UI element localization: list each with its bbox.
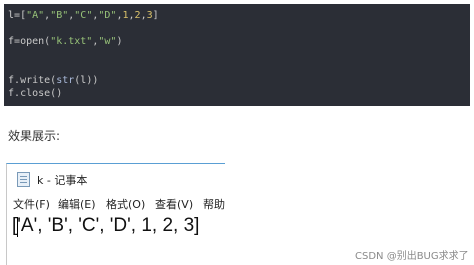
code-line-close: f.close() bbox=[8, 87, 470, 100]
code-token: "k.txt" bbox=[50, 36, 93, 47]
code-token: () bbox=[50, 88, 63, 99]
code-token: str bbox=[56, 75, 75, 86]
menu-file[interactable]: 文件(F) bbox=[13, 196, 50, 212]
code-token: "C" bbox=[74, 10, 93, 21]
code-token: ) bbox=[92, 75, 99, 86]
code-line-open-file: f=open("k.txt","w") bbox=[8, 35, 470, 48]
notepad-window: k - 记事本 文件(F) 编辑(E) 格式(O) 查看(V) 帮助 ['A',… bbox=[6, 163, 225, 265]
menu-format[interactable]: 格式(O) bbox=[106, 196, 145, 212]
menu-help[interactable]: 帮助 bbox=[203, 196, 225, 212]
code-token: ] bbox=[152, 10, 159, 21]
caption-text: 效果展示: bbox=[8, 129, 61, 143]
text-caret bbox=[17, 217, 18, 237]
code-line-write: f.write(str(l)) bbox=[8, 74, 470, 87]
code-token: "w" bbox=[98, 36, 117, 47]
notepad-titlebar[interactable]: k - 记事本 bbox=[7, 164, 225, 194]
code-line-list-assignment: l=["A","B","C","D",1,2,3] bbox=[8, 9, 470, 22]
menu-edit[interactable]: 编辑(E) bbox=[58, 196, 96, 212]
code-token: "B" bbox=[50, 10, 69, 21]
menu-bar: 文件(F) 编辑(E) 格式(O) 查看(V) 帮助 bbox=[7, 196, 225, 212]
code-token: write bbox=[20, 75, 51, 86]
code-token: "A" bbox=[26, 10, 45, 21]
code-token: "D" bbox=[98, 10, 117, 21]
notepad-icon bbox=[17, 172, 30, 187]
watermark-text: CSDN @别出BUG求求了 bbox=[355, 251, 469, 262]
window-title: k - 记事本 bbox=[37, 174, 88, 187]
file-content: ['A', 'B', 'C', 'D', 1, 2, 3] bbox=[12, 215, 200, 236]
text-editor-area[interactable]: ['A', 'B', 'C', 'D', 1, 2, 3] bbox=[7, 213, 225, 265]
code-block: l=["A","B","C","D",1,2,3] f=open("k.txt"… bbox=[4, 4, 470, 106]
code-token: ) bbox=[116, 36, 123, 47]
code-token: close bbox=[20, 88, 51, 99]
menu-view[interactable]: 查看(V) bbox=[155, 196, 193, 212]
code-token: open bbox=[20, 36, 45, 47]
